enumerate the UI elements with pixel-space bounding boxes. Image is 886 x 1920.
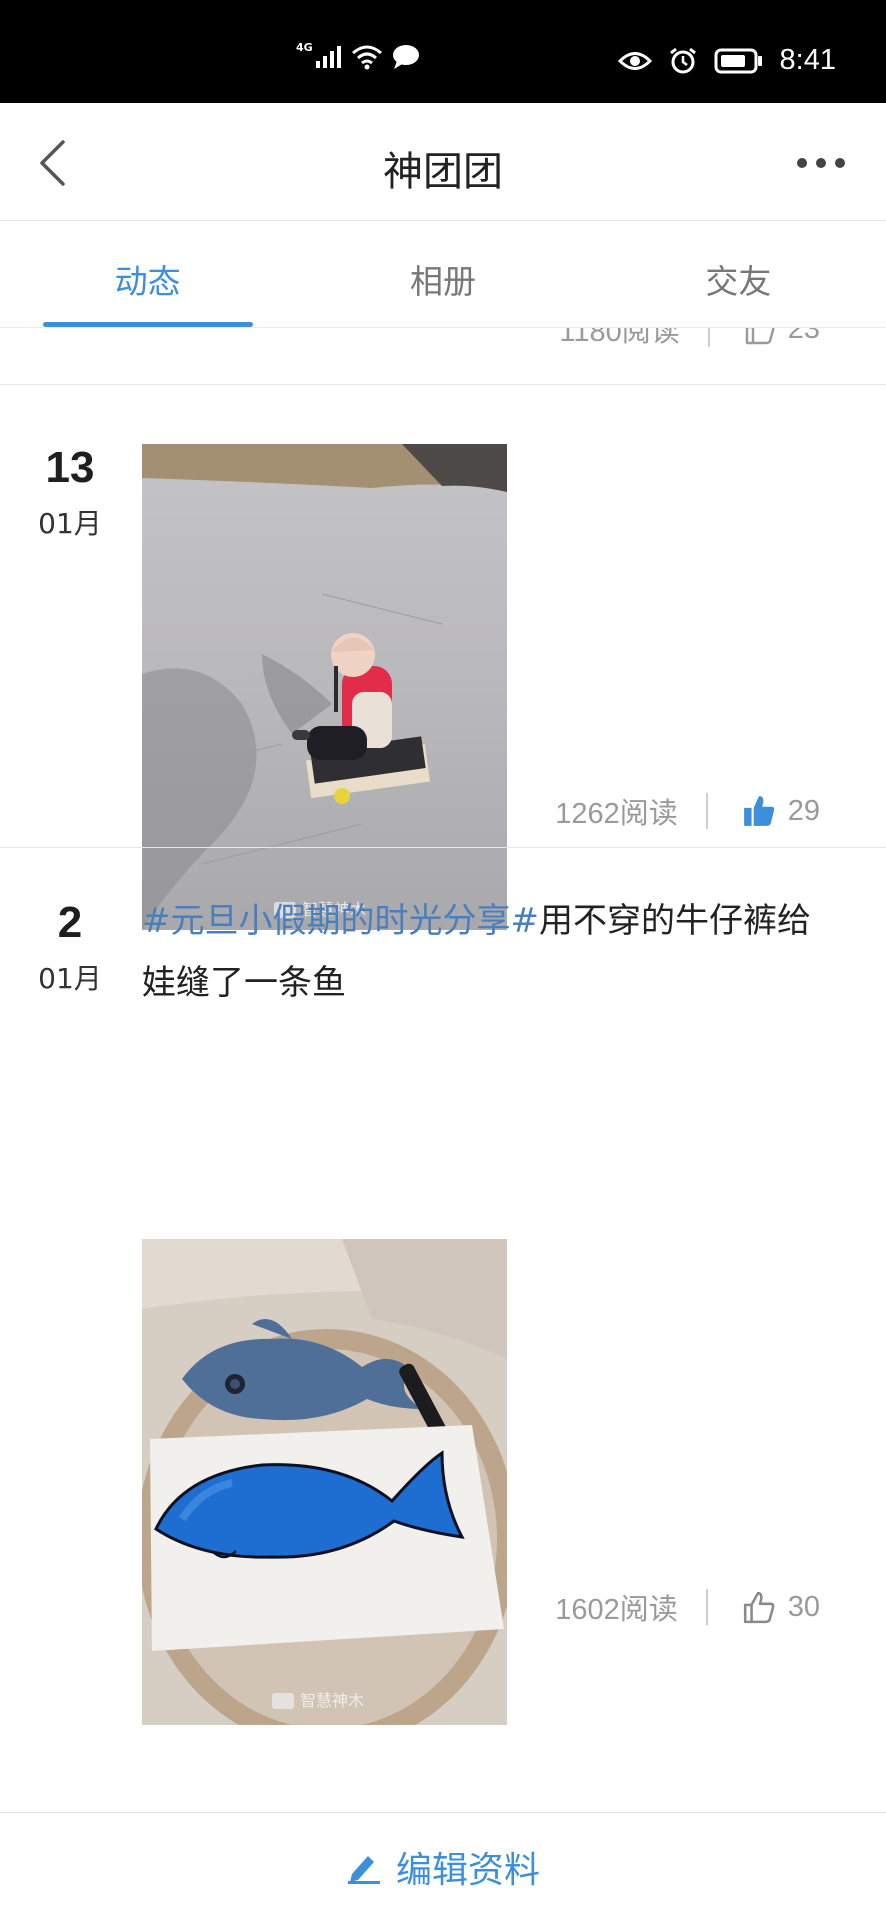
divider xyxy=(0,847,886,848)
post-text: #元旦小假期的时光分享#用不穿的牛仔裤给娃缝了一条鱼 xyxy=(142,890,822,1014)
thumbs-up-outline-icon xyxy=(745,328,775,345)
like-button[interactable]: 23 xyxy=(744,328,820,346)
network-type: 4G xyxy=(296,40,313,54)
denim-fish-photo: 智慧神木 xyxy=(142,1239,507,1725)
eye-icon xyxy=(617,51,652,70)
status-bar: 4G 8:41 xyxy=(0,0,886,103)
feed-item-footer-partial: 1180阅读 23 xyxy=(0,328,886,352)
page-title: 神团团 xyxy=(383,149,503,195)
stats-divider xyxy=(705,793,708,829)
edit-profile-bar[interactable]: 编辑资料 xyxy=(0,1812,886,1920)
post-stats: 1602阅读 30 xyxy=(555,1586,820,1628)
tab-friends[interactable]: 交友 xyxy=(591,222,886,327)
clock: 8:41 xyxy=(779,44,836,76)
like-button[interactable]: 29 xyxy=(742,794,820,828)
pencil-icon xyxy=(347,1855,380,1884)
feed-list[interactable]: 1180阅读 23 13 01月 智慧神木 1262阅读 29 2 01月 #元… xyxy=(0,328,886,1812)
alarm-icon xyxy=(669,47,696,73)
read-count: 1262阅读 xyxy=(555,798,678,830)
signal-icon xyxy=(315,46,341,68)
wifi-icon xyxy=(351,45,382,70)
tab-bar: 动态 相册 交友 xyxy=(0,222,886,328)
like-count: 29 xyxy=(787,794,820,827)
read-count: 1180阅读 xyxy=(559,328,680,348)
like-count: 30 xyxy=(787,1590,820,1623)
battery-icon xyxy=(714,48,762,73)
thumbs-up-filled-icon xyxy=(743,796,774,826)
divider xyxy=(0,384,886,385)
status-right: 8:41 xyxy=(617,44,836,77)
more-dot xyxy=(835,158,845,168)
post-date-day: 13 xyxy=(45,443,95,492)
app-header: 神团团 xyxy=(0,103,886,221)
tab-label: 动态 xyxy=(114,262,181,301)
child-sledding-photo: 智慧神木 xyxy=(142,444,507,930)
edit-profile-button[interactable]: 编辑资料 xyxy=(396,1841,540,1893)
post-stats: 1262阅读 29 xyxy=(555,790,820,832)
post-photo[interactable]: 智慧神木 xyxy=(142,444,507,930)
stats-divider xyxy=(707,328,710,347)
post-date-month: 01月 xyxy=(38,507,102,540)
like-count: 23 xyxy=(787,328,820,345)
tab-label: 相册 xyxy=(409,262,476,301)
tab-album[interactable]: 相册 xyxy=(295,222,590,327)
post-stats: 1180阅读 23 xyxy=(559,328,820,350)
more-dot xyxy=(816,158,826,168)
more-dots-icon xyxy=(797,158,807,168)
like-button[interactable]: 30 xyxy=(742,1590,820,1624)
post-date-day: 2 xyxy=(57,898,83,947)
post-photo[interactable]: 智慧神木 xyxy=(142,1239,507,1725)
active-tab-indicator xyxy=(43,322,253,327)
more-options-button[interactable] xyxy=(786,143,856,183)
post-date-month: 01月 xyxy=(38,962,102,995)
photo-watermark: 智慧神木 xyxy=(300,1691,364,1710)
tab-moments[interactable]: 动态 xyxy=(0,222,295,327)
tab-label: 交友 xyxy=(705,262,772,301)
read-count: 1602阅读 xyxy=(555,1594,678,1626)
chat-bubble-icon xyxy=(392,45,419,69)
status-left: 4G xyxy=(296,40,421,70)
thumbs-up-outline-icon xyxy=(743,1591,775,1624)
stats-divider xyxy=(705,1589,708,1625)
post-hashtag[interactable]: #元旦小假期的时光分享# xyxy=(142,901,539,941)
